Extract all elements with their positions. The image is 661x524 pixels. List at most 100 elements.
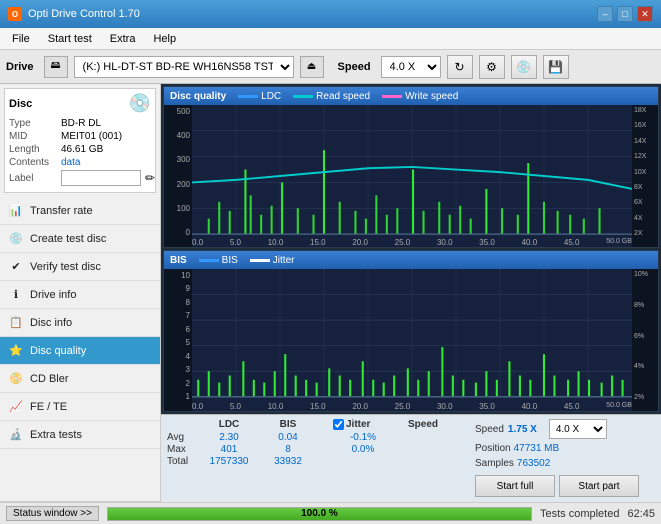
- save-button[interactable]: 💾: [543, 55, 569, 79]
- sidebar-item-cd-bler-label: CD Bler: [30, 373, 69, 385]
- create-disc-icon: 💿: [8, 231, 24, 247]
- chart2-yr-2pct: 2%: [634, 394, 658, 401]
- status-window-button[interactable]: Status window >>: [6, 506, 99, 521]
- speed-label: Speed: [338, 61, 371, 73]
- disc-info-icon: 📋: [8, 315, 24, 331]
- sidebar-item-disc-quality[interactable]: ⭐ Disc quality: [0, 337, 160, 365]
- chart2-xaxis: 0.05.010.015.020.025.030.035.040.045.050…: [192, 402, 632, 411]
- jitter-checkbox[interactable]: [333, 419, 344, 430]
- charts-area: Disc quality LDC Read speed Write speed: [161, 84, 661, 414]
- chart1-yr-8x: 8X: [634, 184, 658, 191]
- sidebar-item-fe-te-label: FE / TE: [30, 401, 67, 413]
- disc-button[interactable]: 💿: [511, 55, 537, 79]
- disc-mid-label: MID: [9, 131, 57, 142]
- drive-label: Drive: [6, 61, 34, 73]
- sidebar-item-disc-info[interactable]: 📋 Disc info: [0, 309, 160, 337]
- speed-info-value: 1.75 X: [508, 424, 537, 435]
- refresh-button[interactable]: ↻: [447, 55, 473, 79]
- speed-position-row: Speed 1.75 X 4.0 X: [475, 419, 607, 439]
- sidebar-item-drive-info[interactable]: ℹ Drive info: [0, 281, 160, 309]
- menu-help[interactable]: Help: [145, 31, 184, 47]
- stats-table: LDC BIS Jitter Speed Avg 2.30 0.04 -0.1%: [167, 419, 467, 498]
- sidebar-item-disc-quality-label: Disc quality: [30, 345, 86, 357]
- disc-type-row: Type BD-R DL: [9, 118, 151, 129]
- chart2-y-2: 2: [186, 379, 190, 388]
- drive-info-icon: ℹ: [8, 287, 24, 303]
- chart1-yr-18x: 18X: [634, 107, 658, 114]
- chart1-yr-4x: 4X: [634, 215, 658, 222]
- sidebar-item-cd-bler[interactable]: 📀 CD Bler: [0, 365, 160, 393]
- stats-header-ldc: LDC: [195, 419, 263, 430]
- speed-select[interactable]: 4.0 X: [381, 56, 441, 78]
- chart2-yr-8pct: 8%: [634, 302, 658, 309]
- chart1-yr-10x: 10X: [634, 169, 658, 176]
- write-speed-legend-color: [382, 95, 402, 98]
- chart2-title: BIS: [170, 255, 187, 266]
- stats-header-jitter: Jitter: [333, 419, 393, 430]
- cd-bler-icon: 📀: [8, 371, 24, 387]
- sidebar-item-create-label: Create test disc: [30, 233, 106, 245]
- sidebar-item-verify-test-disc[interactable]: ✔ Verify test disc: [0, 253, 160, 281]
- titlebar-buttons: – □ ✕: [597, 6, 653, 22]
- max-jitter: 0.0%: [333, 444, 393, 455]
- chart1-yaxis-right: 18X 16X 14X 12X 10X 8X 6X 4X 2X: [632, 105, 658, 247]
- label-edit-icon[interactable]: ✏: [145, 171, 155, 185]
- disc-type-label: Type: [9, 118, 57, 129]
- menu-file[interactable]: File: [4, 31, 38, 47]
- chart1-xaxis: 0.05.010.015.020.025.030.035.040.045.050…: [192, 238, 632, 247]
- minimize-button[interactable]: –: [597, 6, 613, 22]
- disc-label-row: Label ✏: [9, 170, 151, 186]
- samples-row: Samples 763502: [475, 458, 550, 469]
- sidebar-item-extra-tests[interactable]: 🔬 Extra tests: [0, 421, 160, 449]
- right-controls: Speed 1.75 X 4.0 X Position 47731 MB S: [475, 419, 655, 498]
- maximize-button[interactable]: □: [617, 6, 633, 22]
- ldc-legend-color: [238, 95, 258, 98]
- eject-button[interactable]: ⏏: [300, 56, 324, 78]
- sidebar-menu: 📊 Transfer rate 💿 Create test disc ✔ Ver…: [0, 197, 160, 501]
- chart1-y-200: 200: [177, 180, 190, 189]
- disc-length-row: Length 46.61 GB: [9, 144, 151, 155]
- titlebar-title: Opti Drive Control 1.70: [28, 8, 140, 20]
- chart2-yr-6pct: 6%: [634, 333, 658, 340]
- menu-start-test[interactable]: Start test: [40, 31, 100, 47]
- start-part-button[interactable]: Start part: [559, 475, 639, 497]
- position-label: Position: [475, 443, 511, 454]
- stats-max-row: Max 401 8 0.0%: [167, 444, 467, 455]
- speed-dropdown[interactable]: 4.0 X: [549, 419, 607, 439]
- drive-select[interactable]: (K:) HL-DT-ST BD-RE WH16NS58 TST4: [74, 56, 294, 78]
- chart1-legend-read: Read speed: [293, 91, 370, 102]
- chart2-yaxis-right: 10% 8% 6% 4% 2%: [632, 269, 658, 411]
- avg-jitter: -0.1%: [333, 432, 393, 443]
- avg-label: Avg: [167, 432, 195, 443]
- max-label: Max: [167, 444, 195, 455]
- chart2-y-5: 5: [186, 338, 190, 347]
- sidebar-item-fe-te[interactable]: 📈 FE / TE: [0, 393, 160, 421]
- read-speed-legend-label: Read speed: [316, 91, 370, 102]
- chart2-y-7: 7: [186, 311, 190, 320]
- ldc-legend-label: LDC: [261, 91, 281, 102]
- disc-length-label: Length: [9, 144, 57, 155]
- chart1-yr-2x: 2X: [634, 230, 658, 237]
- disc-mid-row: MID MEIT01 (001): [9, 131, 151, 142]
- action-buttons: Start full Start part: [475, 475, 639, 497]
- chart1-yr-6x: 6X: [634, 199, 658, 206]
- position-info: Position 47731 MB: [475, 443, 559, 454]
- close-button[interactable]: ✕: [637, 6, 653, 22]
- start-full-button[interactable]: Start full: [475, 475, 555, 497]
- menu-extra[interactable]: Extra: [102, 31, 144, 47]
- stats-header-spacer: [313, 419, 333, 430]
- jitter-label: Jitter: [346, 419, 370, 430]
- sidebar-item-create-test-disc[interactable]: 💿 Create test disc: [0, 225, 160, 253]
- disc-label-label: Label: [9, 173, 57, 184]
- sidebar-status-divider: [0, 501, 160, 502]
- transfer-rate-icon: 📊: [8, 203, 24, 219]
- disc-label-input[interactable]: [61, 170, 141, 186]
- write-speed-legend-label: Write speed: [405, 91, 458, 102]
- sidebar-item-transfer-rate[interactable]: 📊 Transfer rate: [0, 197, 160, 225]
- speed-info-label: Speed: [475, 424, 504, 435]
- sidebar: Disc 💿 Type BD-R DL MID MEIT01 (001) Len…: [0, 84, 161, 502]
- chart2-y-3: 3: [186, 365, 190, 374]
- total-ldc: 1757330: [195, 456, 263, 467]
- settings-button[interactable]: ⚙: [479, 55, 505, 79]
- chart1-title: Disc quality: [170, 91, 226, 102]
